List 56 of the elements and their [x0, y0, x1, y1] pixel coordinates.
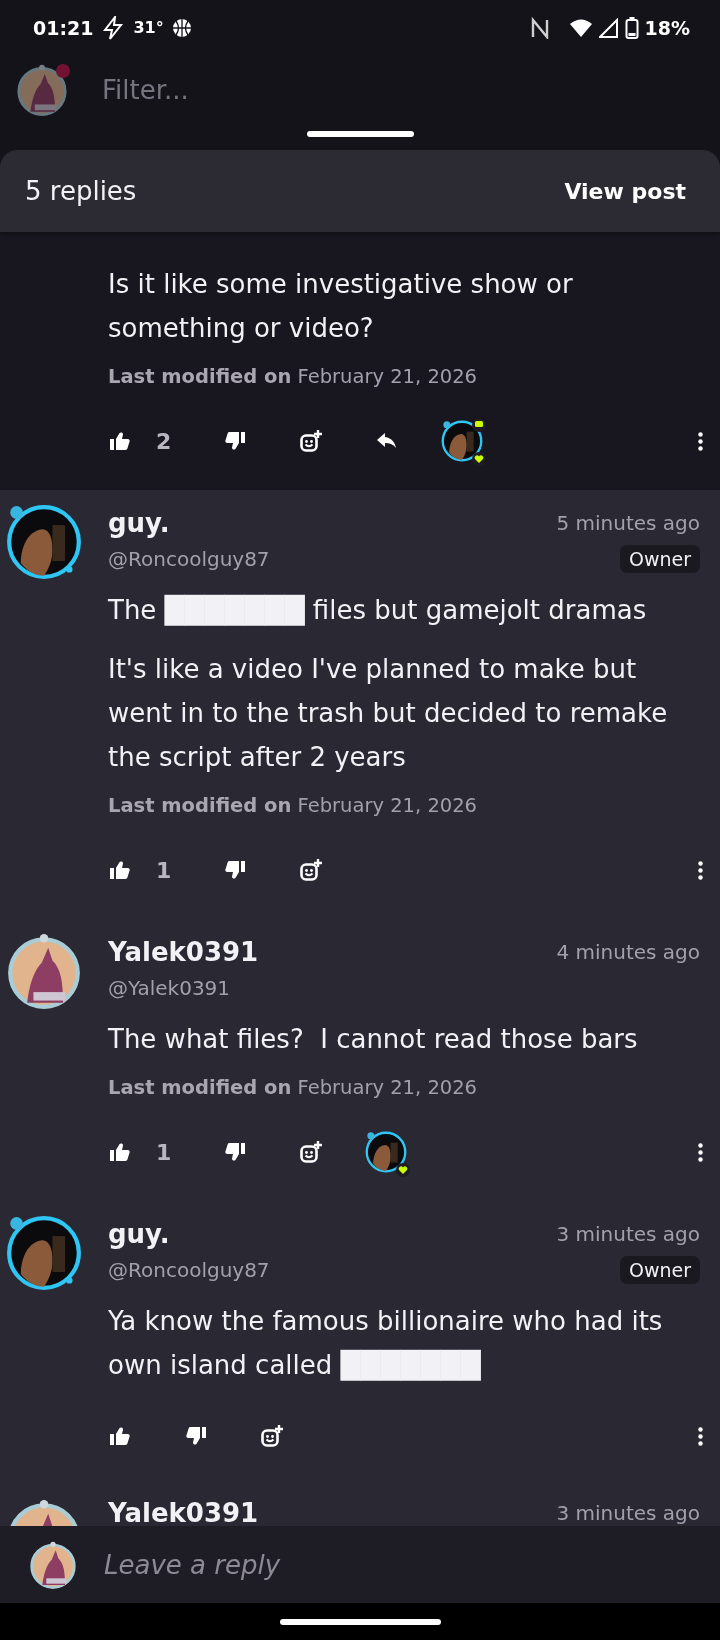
post-time: 5 minutes ago	[556, 511, 700, 535]
author-handle[interactable]: @Roncoolguy87	[108, 547, 270, 571]
signal-icon	[598, 17, 619, 38]
author-name[interactable]: Yalek0391	[108, 1498, 259, 1526]
comment-text: Is it like some investigative show or something or video?	[108, 268, 574, 345]
more-icon	[698, 860, 703, 880]
replies-count: 5 replies	[25, 176, 137, 206]
battery-icon	[624, 15, 639, 40]
author-name[interactable]: guy.	[108, 508, 170, 538]
author-name[interactable]: Yalek0391	[108, 937, 259, 967]
heart-badge-icon	[396, 1163, 411, 1177]
last-modified: Last modified on February 21, 2026	[108, 1075, 478, 1101]
comment-text: It's like a video I've planned to make but went in to the trash but decided to remake the script after 2 years	[108, 653, 669, 774]
thumbs-up-icon	[108, 429, 132, 453]
last-modified: Last modified on February 21, 2026	[108, 793, 478, 819]
more-icon	[698, 431, 703, 451]
post-time: 4 minutes ago	[556, 940, 700, 964]
thumbs-up-icon	[108, 1140, 132, 1164]
battery-level: 18%	[644, 16, 690, 39]
comment-text: Ya know the famous billionaire who had its own island called ███████	[108, 1305, 664, 1383]
emoji-add-icon	[299, 858, 324, 882]
reactor-avatar	[365, 1131, 408, 1173]
bolt-icon	[101, 15, 126, 40]
comment-text: The ███████ files but gamejolt dramas	[108, 593, 648, 628]
heart-badge-icon	[472, 452, 487, 466]
author-name[interactable]: guy.	[108, 1219, 170, 1249]
author-handle[interactable]: @Yalek0391	[108, 976, 231, 1000]
emoji-add-icon	[299, 1140, 324, 1164]
reply-bar[interactable]: Leave a reply	[0, 1526, 720, 1603]
owner-badge: Owner	[619, 1256, 700, 1284]
like-button[interactable]: 1	[108, 1132, 172, 1172]
more-icon	[698, 1142, 703, 1162]
temperature: 31°	[133, 18, 164, 37]
post-time: 3 minutes ago	[556, 1222, 700, 1246]
emoji-add-icon	[260, 1424, 284, 1448]
thumbs-up-icon	[108, 1424, 132, 1448]
home-indicator[interactable]	[279, 1618, 441, 1625]
emoji-add-icon	[299, 429, 324, 453]
owner-badge: Owner	[619, 545, 700, 573]
last-modified: Last modified on February 21, 2026	[108, 364, 478, 390]
author-handle[interactable]: @Roncoolguy87	[108, 1258, 270, 1282]
reply-field[interactable]: Leave a reply	[104, 1549, 664, 1580]
post-time: 3 minutes ago	[556, 1501, 700, 1525]
user-avatar	[16, 64, 68, 116]
filter-field[interactable]: Filter...	[102, 75, 602, 105]
more-icon	[698, 1426, 703, 1446]
thumbs-up-icon	[108, 858, 132, 882]
user-avatar	[29, 1540, 77, 1589]
status-time: 01:21	[33, 16, 94, 39]
basketball-icon	[171, 17, 192, 38]
sheet-handle[interactable]	[307, 131, 414, 137]
comment-badge-icon	[472, 418, 487, 432]
like-button[interactable]: 1	[108, 850, 172, 890]
comment-text: The what files? I cannot read those bars	[108, 1023, 639, 1056]
like-button[interactable]: 2	[108, 421, 172, 461]
view-post-link[interactable]: View post	[564, 178, 686, 204]
